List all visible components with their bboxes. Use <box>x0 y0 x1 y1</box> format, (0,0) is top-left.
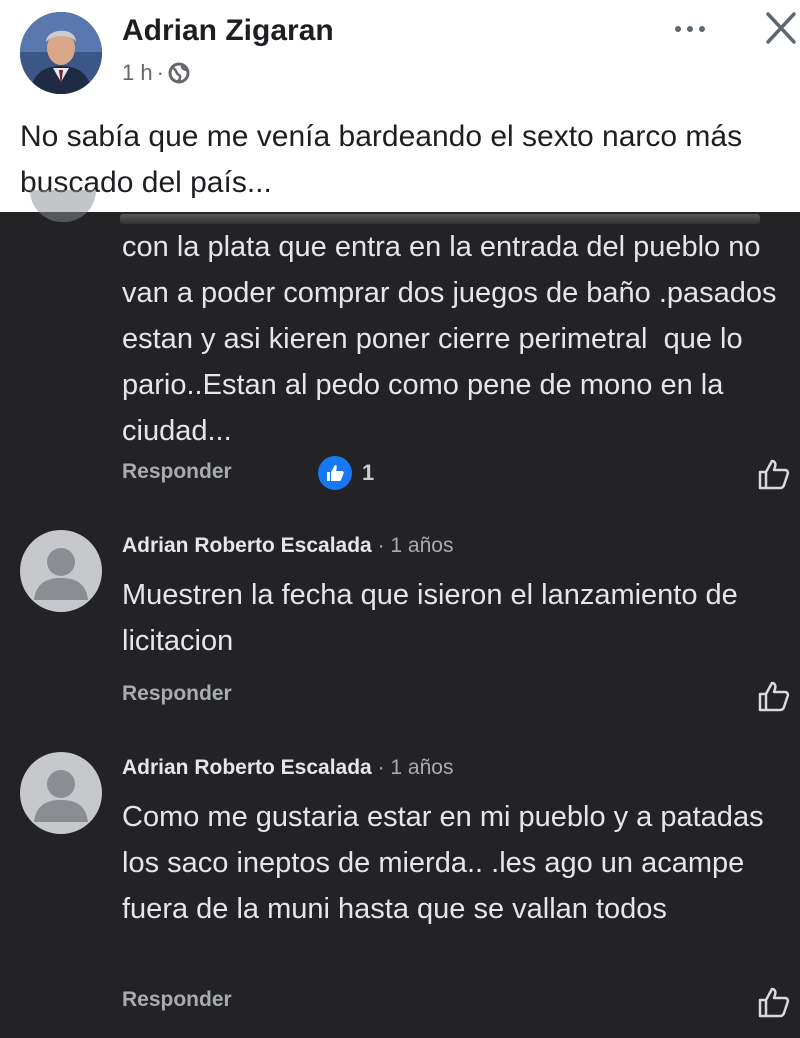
default-avatar-icon[interactable] <box>20 530 102 612</box>
comments-section: con la plata que entra en la entrada del… <box>0 190 800 1038</box>
comment-time[interactable]: · 1 años <box>378 534 454 557</box>
meta-separator: · <box>156 60 164 85</box>
post-author-name[interactable]: Adrian Zigaran <box>122 14 334 48</box>
comment-text: con la plata que entra en la entrada del… <box>122 231 785 447</box>
reply-button[interactable]: Responder <box>122 460 232 484</box>
commenter-name-line: Adrian Roberto Escalada · 1 años <box>122 756 453 780</box>
reaction-count: 1 <box>362 460 375 485</box>
thumbs-up-icon[interactable] <box>756 456 792 492</box>
post-header: Adrian Zigaran 1 h · No sabía que me ven… <box>0 0 800 212</box>
post-text: No sabía que me venía bardeando el sexto… <box>20 120 743 199</box>
comment-text: Como me gustaria estar en mi pueblo y a … <box>122 801 772 925</box>
reply-button[interactable]: Responder <box>122 988 232 1012</box>
comment-text: Muestren la fecha que isieron el lanzami… <box>122 579 746 657</box>
commenter-name[interactable]: Adrian Roberto Escalada <box>122 534 372 557</box>
default-avatar-icon[interactable] <box>20 752 102 834</box>
like-reaction-icon <box>318 456 352 490</box>
post-time[interactable]: 1 h <box>122 60 153 86</box>
more-options-icon[interactable] <box>668 14 712 44</box>
commenter-name-line: Adrian Roberto Escalada · 1 años <box>122 534 453 558</box>
reply-button[interactable]: Responder <box>122 682 232 706</box>
post-meta: 1 h · <box>122 60 190 86</box>
thumbs-up-icon[interactable] <box>756 984 792 1020</box>
globe-icon <box>168 62 190 84</box>
comment-time[interactable]: · 1 años <box>378 756 454 779</box>
reaction-summary[interactable]: 1 <box>318 456 374 490</box>
cut-off-text-line <box>120 214 760 224</box>
commenter-name[interactable]: Adrian Roberto Escalada <box>122 756 372 779</box>
close-icon[interactable] <box>762 8 800 48</box>
thumbs-up-icon[interactable] <box>756 678 792 714</box>
cut-off-avatar <box>30 190 96 222</box>
author-avatar[interactable] <box>20 12 102 94</box>
